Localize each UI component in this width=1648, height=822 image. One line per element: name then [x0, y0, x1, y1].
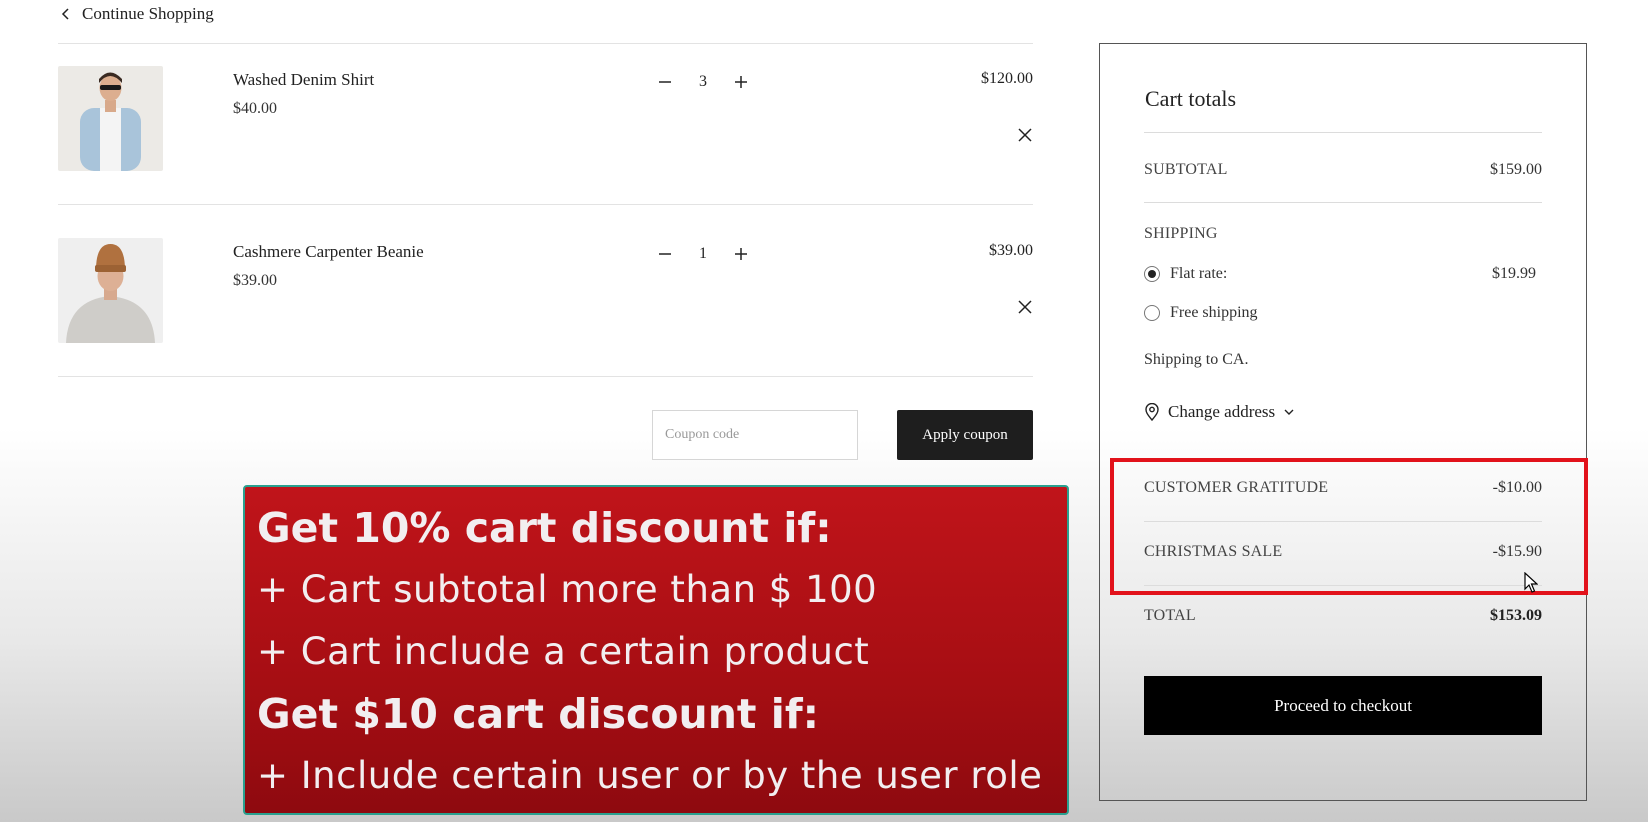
continue-shopping-link[interactable]: Continue Shopping: [60, 2, 214, 26]
change-address-label: Change address: [1168, 402, 1276, 421]
coupon-code-input[interactable]: [652, 410, 858, 460]
continue-shopping-label: Continue Shopping: [82, 4, 214, 23]
mouse-cursor-icon: [1524, 572, 1538, 593]
line-total: $120.00: [981, 70, 1033, 87]
remove-item-icon[interactable]: [1017, 299, 1033, 315]
divider: [58, 376, 1033, 377]
product-image-denim-shirt[interactable]: [58, 66, 163, 171]
minus-icon[interactable]: [657, 246, 673, 262]
shipping-option-flat-rate[interactable]: Flat rate:: [1144, 265, 1227, 283]
promo-condition: + Cart subtotal more than $ 100: [257, 568, 878, 611]
apply-coupon-button[interactable]: Apply coupon: [897, 410, 1033, 460]
total-label: TOTAL: [1144, 607, 1196, 624]
change-address-toggle[interactable]: Change address: [1144, 402, 1295, 422]
total-value: $153.09: [1490, 607, 1542, 624]
divider: [1144, 202, 1542, 203]
location-pin-icon: [1145, 403, 1159, 421]
quantity-value[interactable]: 3: [699, 73, 707, 91]
cart-totals-title: Cart totals: [1145, 86, 1237, 111]
line-total: $39.00: [989, 242, 1033, 259]
quantity-stepper: 1: [657, 242, 749, 266]
chevron-down-icon: [1284, 409, 1294, 415]
product-unit-price: $39.00: [233, 272, 277, 289]
divider: [58, 204, 1033, 205]
radio-selected[interactable]: [1144, 266, 1160, 282]
remove-item-icon[interactable]: [1017, 127, 1033, 143]
subtotal-label: SUBTOTAL: [1144, 161, 1228, 178]
minus-icon[interactable]: [657, 74, 673, 90]
shipping-option-price: $19.99: [1492, 265, 1536, 282]
radio-unselected[interactable]: [1144, 305, 1160, 321]
promo-condition: + Include certain user or by the user ro…: [257, 754, 1043, 797]
quantity-value[interactable]: 1: [699, 245, 707, 263]
quantity-stepper: 3: [657, 70, 749, 94]
promo-condition: + Cart include a certain product: [257, 630, 870, 673]
shipping-label: SHIPPING: [1144, 225, 1218, 242]
plus-icon[interactable]: [733, 246, 749, 262]
shipping-option-label: Flat rate:: [1170, 265, 1228, 282]
subtotal-value: $159.00: [1490, 161, 1542, 178]
chevron-left-icon: [61, 8, 69, 20]
product-image-beanie[interactable]: [58, 238, 163, 343]
shipping-option-label: Free shipping: [1170, 304, 1258, 321]
promo-heading: Get $10 cart discount if:: [257, 690, 820, 738]
proceed-to-checkout-button[interactable]: Proceed to checkout: [1144, 676, 1542, 735]
product-name[interactable]: Cashmere Carpenter Beanie: [233, 242, 424, 262]
promo-heading: Get 10% cart discount if:: [257, 504, 832, 552]
discount-highlight-box: [1110, 458, 1588, 595]
divider: [1144, 132, 1542, 133]
shipping-option-free[interactable]: Free shipping: [1144, 304, 1258, 322]
plus-icon[interactable]: [733, 74, 749, 90]
shipping-destination: Shipping to CA.: [1144, 351, 1249, 368]
product-name[interactable]: Washed Denim Shirt: [233, 70, 374, 90]
promo-banner: Get 10% cart discount if: + Cart subtota…: [243, 485, 1069, 815]
product-unit-price: $40.00: [233, 100, 277, 117]
divider: [58, 43, 1033, 44]
